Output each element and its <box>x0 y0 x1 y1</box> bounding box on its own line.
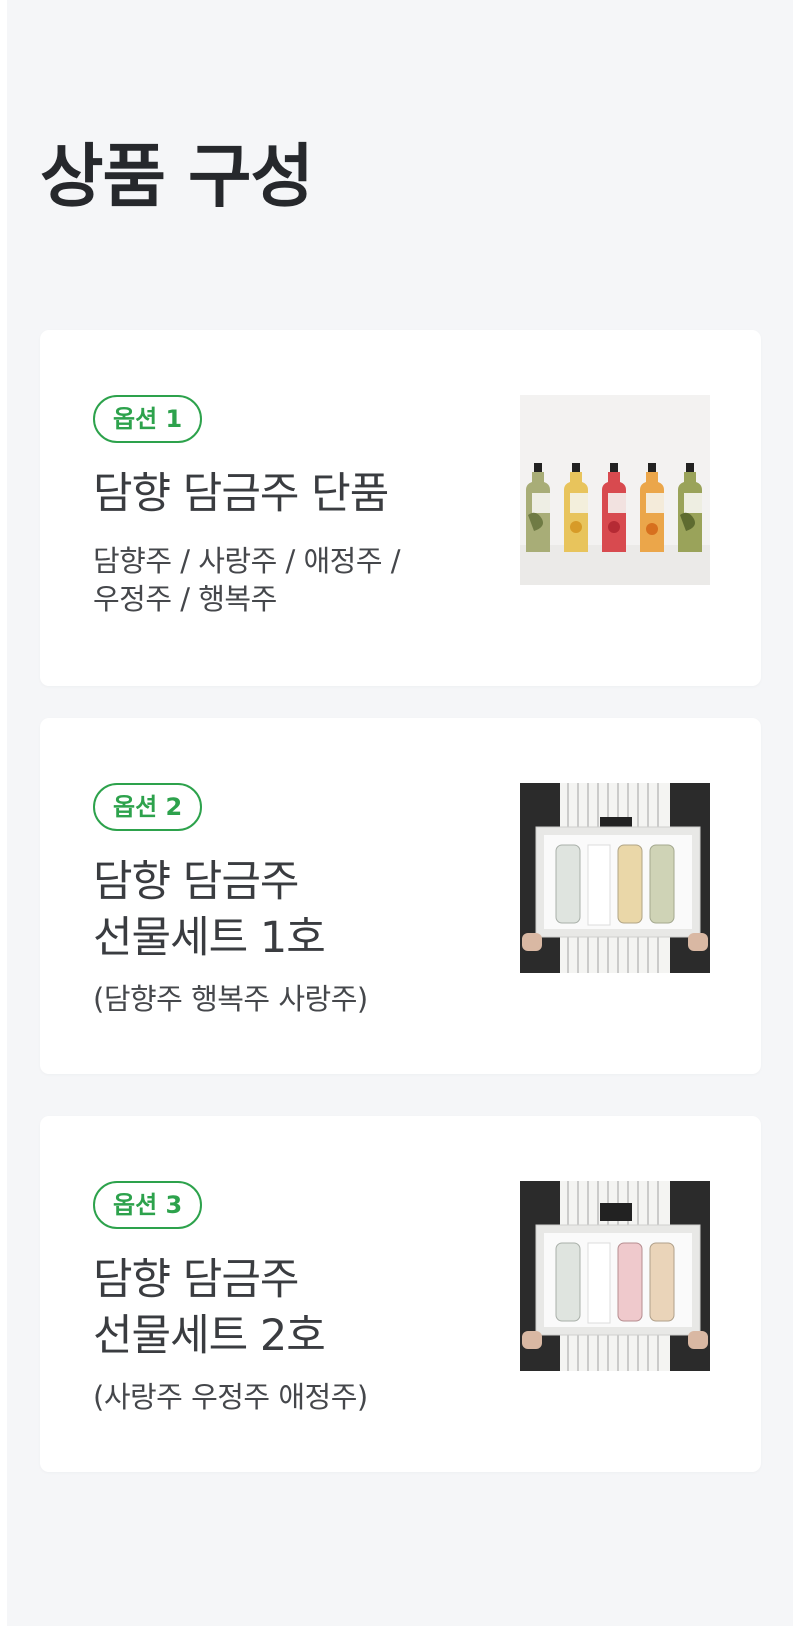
option-description: 담향주 / 사랑주 / 애정주 / 우정주 / 행복주 <box>93 544 401 616</box>
page: 상품 구성 옵션 1 담향 담금주 단품 담향주 / 사랑주 / 애정주 / 우… <box>7 0 793 1626</box>
option-title: 담향 담금주 단품 <box>93 469 389 519</box>
product-image-gift-set <box>520 1181 710 1371</box>
product-image-bottles <box>520 395 710 585</box>
option-badge: 옵션 3 <box>93 1181 203 1229</box>
option-description: (사랑주 우정주 애정주) <box>93 1380 368 1414</box>
option-title: 담향 담금주 선물세트 2호 <box>93 1255 326 1361</box>
option-badge: 옵션 2 <box>93 783 203 831</box>
option-card-2[interactable]: 옵션 2 담향 담금주 선물세트 1호 (담향주 행복주 사랑주) <box>40 718 761 1074</box>
product-image-gift-set <box>520 783 710 973</box>
option-card-3[interactable]: 옵션 3 담향 담금주 선물세트 2호 (사랑주 우정주 애정주) <box>40 1116 761 1472</box>
option-description: (담향주 행복주 사랑주) <box>93 982 368 1016</box>
option-badge: 옵션 1 <box>93 395 203 443</box>
section-title: 상품 구성 <box>40 137 314 217</box>
option-title: 담향 담금주 선물세트 1호 <box>93 857 326 963</box>
option-card-1[interactable]: 옵션 1 담향 담금주 단품 담향주 / 사랑주 / 애정주 / 우정주 / 행… <box>40 330 761 686</box>
